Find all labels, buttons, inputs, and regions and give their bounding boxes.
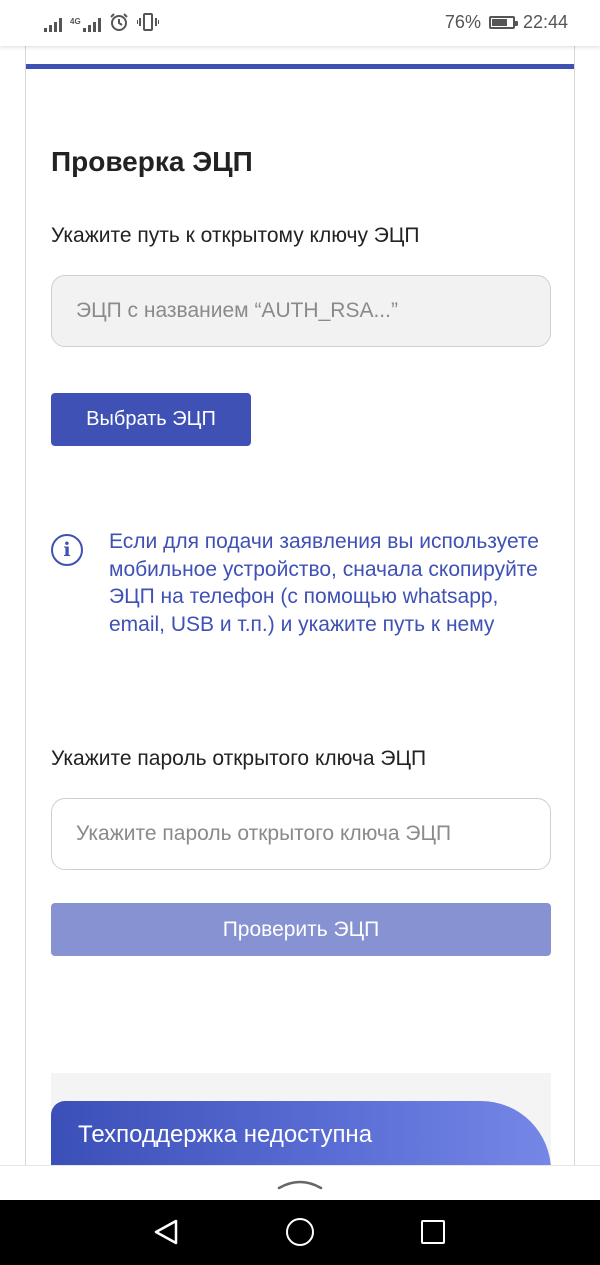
status-bar: 4G 76% 22:44 [0,0,600,46]
status-icons-right: 76% 22:44 [445,12,568,33]
navigation-bar [0,1200,600,1265]
signature-check-card: Проверка ЭЦП Укажите путь к открытому кл… [25,46,575,1213]
battery-icon [488,16,518,29]
key-path-placeholder: ЭЦП с названием “AUTH_RSA...” [76,299,398,322]
verify-signature-button[interactable]: Проверить ЭЦП [51,903,551,956]
signal-icon [44,18,62,32]
battery-percent: 76% [444,12,481,32]
sheet-handle[interactable] [0,1165,600,1200]
support-status-text: Техподдержка недоступна [78,1121,373,1148]
back-icon[interactable] [153,1218,179,1246]
clock: 22:44 [522,12,568,32]
battery-level-fill [491,19,508,26]
info-icon: i [51,534,83,566]
password-label: Укажите пароль открытого ключа ЭЦП [51,747,427,770]
status-icons-left: 4G [44,12,159,32]
page-title: Проверка ЭЦП [51,146,253,177]
vibrate-icon [136,13,159,31]
password-placeholder: Укажите пароль открытого ключа ЭЦП [76,822,452,845]
accent-divider [26,64,574,69]
password-input[interactable]: Укажите пароль открытого ключа ЭЦП [51,798,551,870]
alarm-icon [109,13,128,31]
network-type-label: 4G [70,17,81,26]
choose-signature-button[interactable]: Выбрать ЭЦП [51,393,251,446]
key-path-label: Укажите путь к открытому ключу ЭЦП [51,224,420,247]
signal-4g-icon: 4G [70,18,101,32]
home-icon[interactable] [286,1218,314,1246]
info-message: Если для подачи заявления вы используете… [109,530,539,636]
recent-apps-icon[interactable] [421,1220,445,1244]
chevron-up-icon [277,1180,323,1190]
key-path-input[interactable]: ЭЦП с названием “AUTH_RSA...” [51,275,551,347]
